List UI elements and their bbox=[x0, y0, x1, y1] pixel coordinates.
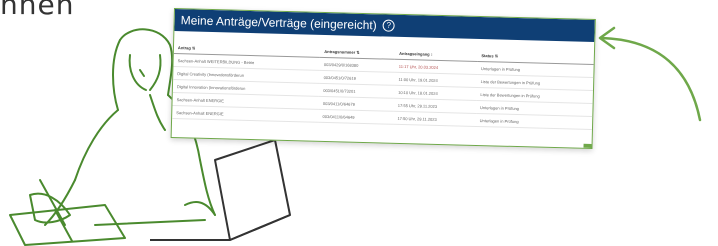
curved-arrow-icon bbox=[598, 26, 702, 122]
